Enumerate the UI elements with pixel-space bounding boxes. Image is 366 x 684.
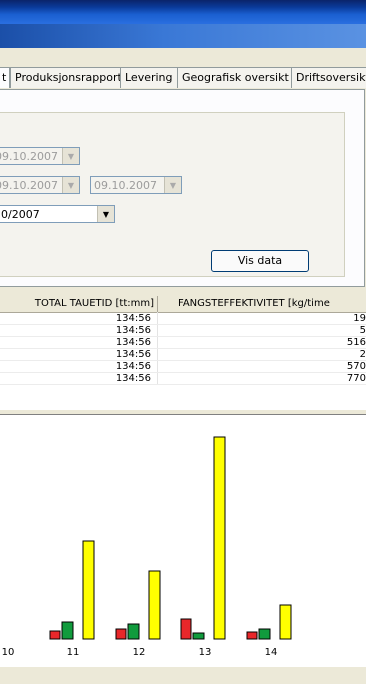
chevron-down-icon[interactable]: ▼ <box>62 177 79 193</box>
red-bar <box>115 628 127 640</box>
grid-horizontal-line <box>0 372 366 373</box>
x-tick-label: 14 <box>265 647 278 658</box>
grid-horizontal-line <box>0 360 366 361</box>
x-tick-label: 13 <box>199 647 212 658</box>
date-end-value: 09.10.2007 <box>94 179 157 192</box>
grid-header: TOTAL TAUETID [tt:mm] FANGSTEFFEKTIVITET… <box>0 296 366 313</box>
grid-horizontal-line <box>0 348 366 349</box>
chevron-down-icon[interactable]: ▼ <box>97 206 114 222</box>
grid-horizontal-line <box>0 384 366 385</box>
tab-strip: t Produksjonsrapport Levering Geografisk… <box>0 67 366 89</box>
title-bar <box>0 0 366 25</box>
grid-horizontal-line <box>0 312 366 313</box>
x-tick-label: 11 <box>67 647 80 658</box>
tab-geografisk-oversikt[interactable]: Geografisk oversikt <box>177 67 294 88</box>
tab-levering[interactable]: Levering <box>120 67 178 88</box>
green-bar <box>61 621 74 640</box>
column-header-catch-efficiency[interactable]: FANGSTEFFEKTIVITET [kg/time <box>158 296 366 312</box>
red-bar <box>246 631 258 640</box>
chevron-down-icon[interactable]: ▼ <box>62 148 79 164</box>
date-from-dropdown[interactable]: 09.10.2007 ▼ <box>0 147 80 165</box>
yellow-bar <box>148 570 161 640</box>
date-start-dropdown[interactable]: 09.10.2007 ▼ <box>0 176 80 194</box>
data-grid: TOTAL TAUETID [tt:mm] FANGSTEFFEKTIVITET… <box>0 296 366 410</box>
tab-driftsoversikt-label: Driftsoversikt <box>296 71 366 84</box>
tab-produksjonsrapport-label: Produksjonsrapport <box>15 71 122 84</box>
red-bar <box>180 618 192 640</box>
tab-levering-label: Levering <box>125 71 173 84</box>
yellow-bar <box>82 540 95 640</box>
status-bar <box>0 667 366 684</box>
grid-horizontal-line <box>0 336 366 337</box>
header-band <box>0 24 366 48</box>
x-tick-label: 12 <box>133 647 146 658</box>
grid-horizontal-line <box>0 324 366 325</box>
date-end-dropdown[interactable]: 09.10.2007 ▼ <box>90 176 182 194</box>
menu-area <box>0 48 366 66</box>
tab-driftsoversikt[interactable]: Driftsoversikt <box>291 67 366 88</box>
period-value: 10/2007 <box>0 208 40 221</box>
tab-produksjonsrapport[interactable]: Produksjonsrapport <box>10 67 127 88</box>
tab-geografisk-oversikt-label: Geografisk oversikt <box>182 71 289 84</box>
date-start-value: 09.10.2007 <box>0 179 58 192</box>
yellow-bar <box>279 604 292 640</box>
green-bar <box>192 632 205 640</box>
date-from-value: 09.10.2007 <box>0 150 58 163</box>
period-dropdown[interactable]: 10/2007 ▼ <box>0 205 115 223</box>
green-bar <box>127 623 140 640</box>
red-bar <box>49 630 61 640</box>
tab-current[interactable]: t <box>0 67 11 88</box>
green-bar <box>258 628 271 640</box>
tab-current-label: t <box>2 71 7 84</box>
chevron-down-icon[interactable]: ▼ <box>164 177 181 193</box>
show-data-button[interactable]: Vis data <box>211 250 309 272</box>
bar-chart: 10 11 12 13 14 <box>0 414 366 668</box>
yellow-bar <box>213 436 226 640</box>
bar-chart-svg: 10 11 12 13 14 <box>2 436 292 658</box>
x-tick-label: 10 <box>2 647 15 658</box>
column-header-total-towing-time[interactable]: TOTAL TAUETID [tt:mm] <box>0 296 158 312</box>
